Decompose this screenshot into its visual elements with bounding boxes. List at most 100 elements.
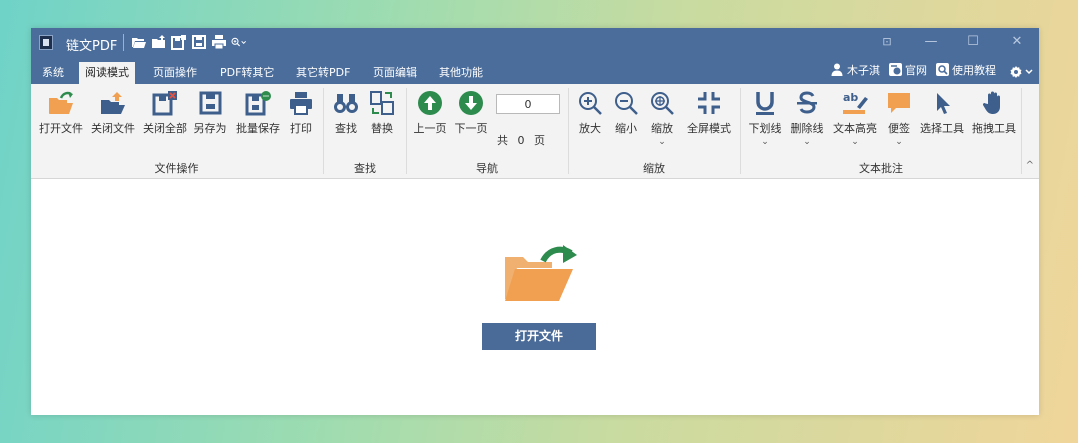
tab-other-functions[interactable]: 其他功能: [433, 62, 489, 84]
title-separator: [123, 34, 124, 51]
open-file-main-button[interactable]: 打开文件: [482, 323, 596, 350]
select-tool-button[interactable]: 选择工具: [917, 90, 967, 136]
settings-gear-icon[interactable]: [1009, 65, 1035, 79]
next-page-button[interactable]: 下一页: [452, 90, 490, 136]
website-label: 官网: [905, 64, 927, 77]
save-as-icon: [199, 91, 222, 115]
arrow-down-icon: [459, 91, 483, 115]
batch-save-button[interactable]: 批量保存: [233, 90, 283, 136]
tab-page-edit[interactable]: 页面编辑: [367, 62, 423, 84]
text-annotation-group: 下划线 ⌄ 删除线 ⌄ ab 文本高亮 ⌄ 便签 ⌄ 选择工具 拖拽工具 文本批…: [741, 84, 1021, 178]
sticky-note-label: 便签: [888, 122, 910, 135]
tab-pdf-to-other[interactable]: PDF转其它: [214, 62, 280, 84]
ribbon-toolbar: 打开文件 关闭文件 关闭全部 另存为 批量保存 打印 文件操作 查找 替换 查找…: [31, 84, 1039, 179]
close-all-label: 关闭全部: [143, 122, 187, 135]
batch-save-label: 批量保存: [236, 122, 280, 135]
sticky-note-icon: [888, 93, 910, 113]
zoom-label: 缩放: [651, 122, 673, 135]
zoom-group: 放大 缩小 缩放 ⌄ 全屏模式 缩放: [569, 84, 739, 178]
cursor-arrow-icon: [937, 93, 950, 114]
underline-label: 下划线: [748, 122, 782, 135]
hand-icon: [982, 91, 1000, 114]
chevron-down-icon: ⌄: [851, 137, 859, 147]
zoom-out-label: 缩小: [615, 122, 637, 135]
print-label: 打印: [290, 122, 312, 135]
prev-page-label: 上一页: [413, 122, 447, 135]
tutorial-link[interactable]: 使用教程: [936, 62, 996, 80]
app-logo-icon: [39, 35, 53, 50]
chevron-down-icon: ⌄: [658, 137, 666, 147]
sticky-note-button[interactable]: 便签 ⌄: [885, 90, 913, 147]
strikethrough-button[interactable]: 删除线 ⌄: [787, 90, 827, 147]
website-link[interactable]: 官网: [889, 62, 927, 80]
open-file-icon: [49, 91, 73, 114]
title-bar: 链文PDF ⊡ — ☐ ✕: [31, 28, 1039, 57]
open-folder-icon[interactable]: [131, 34, 147, 50]
svg-text:ab: ab: [843, 91, 858, 104]
replace-label: 替换: [371, 122, 393, 135]
app-title: 链文PDF: [66, 39, 118, 54]
zoom-out-button[interactable]: 缩小: [611, 90, 641, 136]
user-menu[interactable]: 木子淇: [831, 62, 880, 80]
close-folder-icon[interactable]: [151, 34, 167, 50]
zoom-in-icon: [579, 92, 602, 115]
zoom-in-button[interactable]: 放大: [575, 90, 605, 136]
save-as-icon[interactable]: [191, 34, 207, 50]
binoculars-icon: [334, 94, 358, 113]
underline-button[interactable]: 下划线 ⌄: [745, 90, 785, 147]
strikethrough-label: 删除线: [790, 122, 824, 135]
zoom-group-label: 缩放: [643, 162, 665, 175]
restore-window-icon[interactable]: ⊡: [879, 34, 895, 50]
text-highlight-button[interactable]: ab 文本高亮 ⌄: [829, 90, 881, 147]
fullscreen-button[interactable]: 全屏模式: [683, 90, 735, 136]
tab-page-ops[interactable]: 页面操作: [147, 62, 203, 84]
page-number-input[interactable]: 0: [496, 94, 560, 114]
zoom-dropdown-icon[interactable]: [231, 34, 247, 50]
minimize-button[interactable]: —: [923, 34, 939, 50]
drag-tool-button[interactable]: 拖拽工具: [969, 90, 1019, 136]
tab-other-to-pdf[interactable]: 其它转PDF: [290, 62, 356, 84]
drag-tool-label: 拖拽工具: [972, 122, 1016, 135]
print-icon[interactable]: [211, 34, 227, 50]
close-all-button[interactable]: 关闭全部: [141, 90, 189, 136]
close-all-icon: [152, 91, 177, 116]
replace-icon: [370, 91, 394, 115]
underline-icon: [756, 92, 774, 115]
printer-icon: [290, 92, 312, 115]
user-name: 木子淇: [847, 64, 880, 77]
next-page-label: 下一页: [454, 122, 488, 135]
find-group: 查找 替换 查找: [324, 84, 406, 178]
close-button[interactable]: ✕: [1009, 34, 1025, 50]
arrow-up-icon: [418, 91, 442, 115]
fullscreen-label: 全屏模式: [687, 122, 731, 135]
open-file-button[interactable]: 打开文件: [37, 90, 85, 136]
tab-read-mode[interactable]: 阅读模式: [79, 62, 135, 84]
open-folder-large-icon[interactable]: [503, 243, 579, 305]
save-as-button[interactable]: 另存为: [191, 90, 229, 136]
zoom-fit-icon: [651, 92, 674, 115]
prev-page-button[interactable]: 上一页: [411, 90, 449, 136]
close-all-icon[interactable]: [171, 34, 187, 50]
website-icon: [889, 63, 902, 76]
fullscreen-icon: [698, 92, 720, 114]
replace-button[interactable]: 替换: [366, 90, 398, 136]
highlight-pen-icon: ab: [843, 91, 868, 114]
chevron-down-icon: ⌄: [803, 137, 811, 147]
strikethrough-icon: [797, 91, 817, 114]
zoom-in-label: 放大: [579, 122, 601, 135]
collapse-ribbon-button[interactable]: ^: [1026, 160, 1034, 171]
find-label: 查找: [335, 122, 357, 135]
zoom-dropdown-button[interactable]: 缩放 ⌄: [647, 90, 677, 147]
page-total: 共 0 页: [497, 134, 545, 147]
find-button[interactable]: 查找: [330, 90, 362, 136]
open-file-label: 打开文件: [39, 122, 83, 135]
tab-system[interactable]: 系统: [36, 62, 70, 84]
print-button[interactable]: 打印: [285, 90, 317, 136]
app-window: 链文PDF ⊡ — ☐ ✕ 系统 阅读模式 页面操作 PDF转其它 其它转PDF…: [31, 28, 1039, 415]
zoom-out-icon: [615, 92, 638, 115]
tutorial-search-icon: [936, 63, 949, 76]
maximize-button[interactable]: ☐: [965, 34, 981, 50]
close-file-label: 关闭文件: [91, 122, 135, 135]
close-file-button[interactable]: 关闭文件: [89, 90, 137, 136]
text-highlight-label: 文本高亮: [833, 122, 877, 135]
